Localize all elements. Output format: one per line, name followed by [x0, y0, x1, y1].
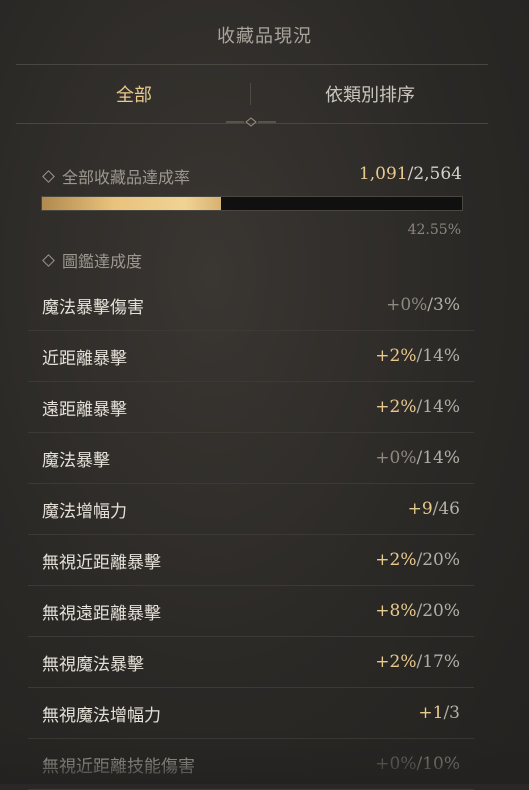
stat-value: +0%/3%	[386, 295, 460, 315]
stat-name: 近距離暴擊	[42, 348, 127, 369]
stat-row: 魔法暴擊 +0%/14%	[28, 433, 474, 484]
tab-by-category[interactable]: 依類別排序	[252, 65, 488, 123]
stat-bonus: +0%	[375, 448, 417, 468]
stat-bonus: +0%	[375, 754, 417, 774]
stat-name: 無視魔法暴擊	[42, 654, 144, 675]
stat-max: /46	[432, 499, 460, 519]
stat-max: /3	[443, 703, 460, 723]
stat-row: 魔法暴擊傷害 +0%/3%	[28, 280, 474, 331]
stat-bonus: +2%	[375, 346, 417, 366]
stat-row: 無視魔法增幅力 +1/3	[28, 688, 474, 739]
tab-divider	[250, 83, 251, 105]
stat-value: +2%/20%	[375, 550, 460, 570]
ornament-icon	[226, 117, 276, 127]
stat-value: +2%/14%	[375, 397, 460, 417]
stat-bonus: +9	[407, 499, 433, 519]
overall-count: 1,091/2,564	[358, 164, 462, 184]
stat-bonus: +2%	[375, 652, 417, 672]
overall-current: 1,091	[358, 164, 408, 184]
panel-title: 收藏品現況	[217, 26, 312, 47]
overall-total: 2,564	[413, 164, 462, 184]
diamond-bullet-icon	[42, 253, 55, 267]
stat-name: 魔法暴擊	[42, 450, 110, 471]
stat-value: +8%/20%	[375, 601, 460, 621]
overall-progress-bar	[41, 196, 463, 211]
stat-max: /14%	[416, 346, 460, 366]
tab-all[interactable]: 全部	[16, 65, 252, 123]
stat-name: 無視近距離技能傷害	[42, 756, 195, 777]
stat-bonus: +2%	[375, 550, 417, 570]
stat-name: 無視近距離暴擊	[42, 552, 161, 573]
stat-value: +9/46	[408, 499, 460, 519]
stat-max: /20%	[416, 550, 460, 570]
collection-status-panel: 收藏品現況 全部 依類別排序 全部收藏品達成率 1,091/2,564 42.5…	[0, 0, 529, 790]
overall-percent: 42.55%	[407, 222, 461, 238]
diamond-bullet-icon	[42, 169, 55, 183]
codex-stat-list: 魔法暴擊傷害 +0%/3% 近距離暴擊 +2%/14% 遠距離暴擊 +2%/14% 魔法暴擊…	[28, 280, 474, 790]
stat-value: +2%/14%	[375, 346, 460, 366]
stat-row: 無視遠距離暴擊 +8%/20%	[28, 586, 474, 637]
stat-value: +1/3	[418, 703, 460, 723]
stat-name: 魔法增幅力	[42, 501, 127, 522]
stat-name: 無視遠距離暴擊	[42, 603, 161, 624]
stat-value: +0%/10%	[375, 754, 460, 774]
stat-max: /3%	[427, 295, 460, 315]
stat-row: 無視近距離技能傷害 +0%/10%	[28, 739, 474, 790]
codex-completion-heading: 圖鑑達成度	[42, 248, 143, 272]
stat-value: +0%/14%	[375, 448, 460, 468]
stat-row: 無視魔法暴擊 +2%/17%	[28, 637, 474, 688]
stat-name: 魔法暴擊傷害	[42, 297, 144, 318]
stat-max: /14%	[416, 448, 460, 468]
stat-max: /14%	[416, 397, 460, 417]
stat-name: 遠距離暴擊	[42, 399, 127, 420]
stat-bonus: +8%	[375, 601, 417, 621]
stat-row: 近距離暴擊 +2%/14%	[28, 331, 474, 382]
stat-row: 遠距離暴擊 +2%/14%	[28, 382, 474, 433]
overall-completion-label: 全部收藏品達成率	[62, 168, 191, 187]
stat-max: /20%	[416, 601, 460, 621]
tab-bar: 全部 依類別排序	[16, 64, 488, 124]
stat-max: /10%	[416, 754, 460, 774]
stat-max: /17%	[416, 652, 460, 672]
stat-bonus: +1	[418, 703, 444, 723]
overall-completion-heading: 全部收藏品達成率	[42, 164, 191, 188]
overall-progress-fill	[42, 197, 221, 210]
stat-value: +2%/17%	[375, 652, 460, 672]
stat-name: 無視魔法增幅力	[42, 705, 161, 726]
stat-bonus: +0%	[386, 295, 428, 315]
stat-row: 魔法增幅力 +9/46	[28, 484, 474, 535]
stat-row: 無視近距離暴擊 +2%/20%	[28, 535, 474, 586]
codex-completion-label: 圖鑑達成度	[62, 252, 143, 271]
stat-bonus: +2%	[375, 397, 417, 417]
